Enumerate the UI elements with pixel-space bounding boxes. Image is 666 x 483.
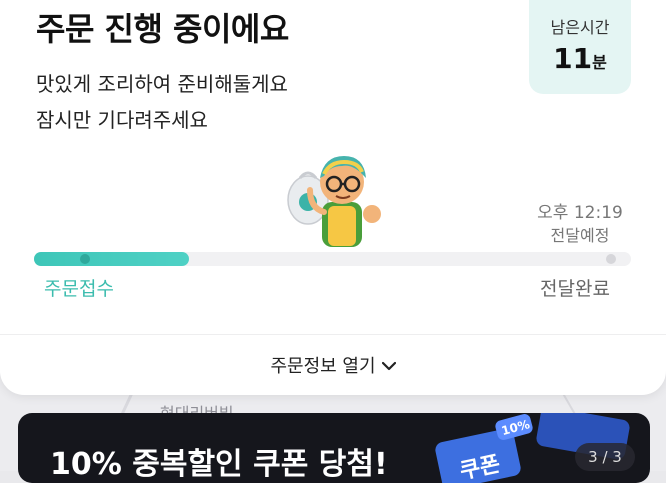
promo-banner-text: 10% 중복할인 쿠폰 당첨!: [50, 447, 388, 482]
delivery-character-illustration: [287, 156, 381, 247]
chevron-down-icon: [381, 355, 396, 376]
order-status-card: 주문 진행 중이에요 맛있게 조리하여 준비해둘게요 잠시만 기다려주세요 남은…: [0, 0, 666, 395]
progress-bar-fill: [34, 252, 190, 266]
status-message-line1: 맛있게 조리하여 준비해둘게요: [36, 72, 288, 96]
step-delivered-label: 전달완료: [540, 278, 610, 300]
remaining-time-box: 남은시간 11분: [529, 0, 631, 94]
remaining-time-number: 11: [553, 42, 593, 75]
remaining-time-label: 남은시간: [550, 18, 610, 37]
remaining-time-value: 11분: [529, 42, 631, 75]
banner-page-indicator: 3 / 3: [575, 443, 635, 471]
progress-start-dot: [80, 254, 90, 264]
step-order-received-label: 주문접수: [44, 278, 114, 300]
delivery-eta-label: 전달예정: [550, 226, 610, 245]
remaining-time-unit: 분: [592, 53, 607, 72]
delivery-eta-time: 오후 12:19: [537, 203, 623, 223]
open-order-info-label: 주문정보 열기: [270, 356, 376, 377]
progress-end-dot: [606, 254, 616, 264]
promo-banner[interactable]: 10% 중복할인 쿠폰 당첨! 쿠폰 10% 3 / 3: [18, 413, 650, 483]
status-message-line2: 잠시만 기다려주세요: [36, 108, 208, 132]
progress-bar: [34, 252, 631, 266]
open-order-info-button[interactable]: 주문정보 열기: [0, 335, 666, 395]
page-title: 주문 진행 중이에요: [36, 10, 289, 48]
